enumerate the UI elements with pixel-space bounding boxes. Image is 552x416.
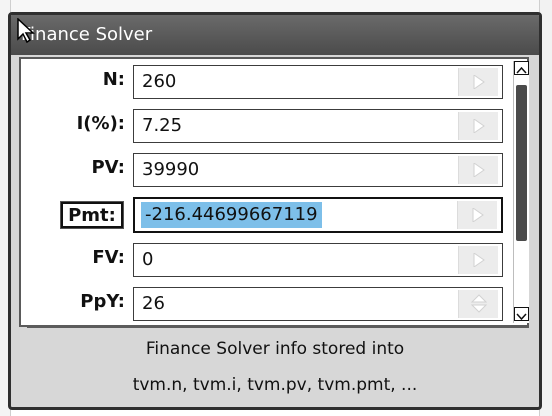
scroll-down-button[interactable]	[514, 307, 529, 321]
field-input-pmt[interactable]: -216.44699667119	[133, 197, 503, 233]
field-label-fv: FV:	[92, 247, 125, 268]
spinner-ppy[interactable]	[458, 290, 498, 318]
right-arrow-icon	[473, 163, 485, 177]
scroll-down-arrow-icon	[516, 313, 527, 321]
right-arrow-icon	[473, 253, 485, 267]
solve-button-pv[interactable]	[458, 156, 498, 184]
field-value-n: 260	[142, 71, 177, 92]
fields-panel: N: 260 I(%): 7.25 PV: 39990 Pmt: -216.44…	[19, 57, 529, 327]
up-down-spinner-icon	[471, 294, 487, 313]
field-value-fv: 0	[142, 249, 154, 270]
scroll-up-arrow-icon	[516, 66, 527, 74]
field-label-ppy: PpY:	[80, 291, 125, 312]
field-label-i: I(%):	[76, 113, 125, 134]
mouse-pointer-icon	[17, 18, 35, 44]
field-row-pv: PV: 39990	[21, 153, 531, 197]
dialog-title: Finance Solver	[21, 24, 153, 45]
vertical-scrollbar[interactable]	[513, 61, 529, 323]
field-input-fv[interactable]: 0	[133, 243, 503, 277]
field-label-n: N:	[102, 69, 125, 90]
field-row-n: N: 260	[21, 65, 531, 109]
dialog-titlebar[interactable]: Finance Solver	[11, 15, 539, 55]
field-input-i[interactable]: 7.25	[133, 109, 503, 143]
field-row-ppy: PpY: 26	[21, 287, 531, 325]
right-arrow-icon	[473, 119, 485, 133]
info-line-2: tvm.n, tvm.i, tvm.pv, tvm.pmt, ...	[132, 375, 418, 395]
field-value-ppy: 26	[142, 293, 165, 314]
solve-button-pmt[interactable]	[457, 201, 497, 229]
field-input-n[interactable]: 260	[133, 65, 503, 99]
field-label-pv: PV:	[91, 157, 125, 178]
info-line-1: Finance Solver info stored into	[145, 339, 405, 359]
solve-button-i[interactable]	[458, 112, 498, 140]
right-arrow-icon	[472, 208, 484, 222]
field-row-pmt: Pmt: -216.44699667119	[21, 197, 531, 243]
field-input-ppy[interactable]: 26	[133, 287, 503, 321]
solve-button-fv[interactable]	[458, 246, 498, 274]
field-row-i: I(%): 7.25	[21, 109, 531, 153]
scroll-up-button[interactable]	[514, 61, 529, 75]
solve-button-n[interactable]	[458, 68, 498, 96]
field-label-pmt[interactable]: Pmt:	[61, 202, 123, 228]
field-value-i: 7.25	[142, 115, 183, 136]
panel-separator	[27, 325, 529, 328]
right-arrow-icon	[473, 75, 485, 89]
finance-solver-dialog: Finance Solver N: 260 I(%): 7.25 PV: 399…	[8, 12, 542, 410]
field-input-pv[interactable]: 39990	[133, 153, 503, 187]
scrollbar-thumb[interactable]	[516, 85, 527, 241]
field-value-pv: 39990	[142, 159, 200, 180]
field-value-pmt: -216.44699667119	[141, 202, 322, 228]
field-row-fv: FV: 0	[21, 243, 531, 287]
